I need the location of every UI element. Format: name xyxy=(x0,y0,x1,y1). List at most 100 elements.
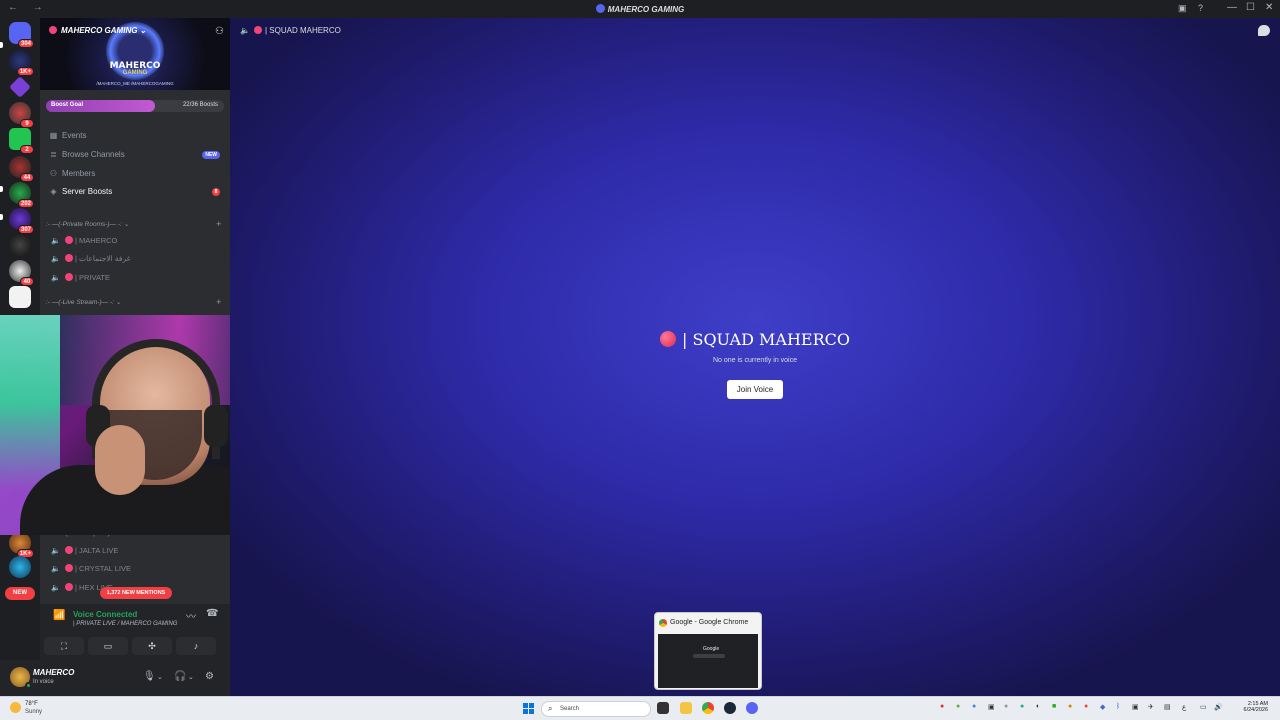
task-view-icon[interactable] xyxy=(657,702,669,714)
network-icon[interactable]: ▭ xyxy=(1200,703,1207,711)
taskbar-window-preview[interactable]: Google - Google Chrome Google xyxy=(654,612,762,690)
add-channel-icon[interactable]: + xyxy=(216,219,221,229)
speaker-icon: 🔈 xyxy=(51,546,61,555)
voice-channel[interactable]: 🔈 | PRIVATE xyxy=(51,273,110,282)
window-titlebar: ← → MAHERCO GAMING ▣ ? — ☐ ✕ xyxy=(0,0,1280,18)
menu-members[interactable]: ⚇ Members xyxy=(49,169,95,178)
voice-channel[interactable]: 🔈 | JALTA LIVE xyxy=(51,546,118,555)
chat-icon[interactable] xyxy=(1258,25,1270,36)
screen-share-button[interactable]: ▭ xyxy=(88,637,128,655)
soundboard-button[interactable]: ♪ xyxy=(176,637,216,655)
microphone-icon[interactable]: 🎙 xyxy=(143,671,156,682)
menu-events[interactable]: ▦ Events xyxy=(49,131,87,140)
tray-app-icon[interactable]: ▣ xyxy=(988,703,995,711)
invite-people-icon[interactable]: ⚇ xyxy=(215,26,224,37)
category-live-stream[interactable]: :- —(-Live Stream-)— -: ⌄ + xyxy=(46,297,221,307)
tray-app-icon[interactable]: ■ xyxy=(1052,703,1056,710)
speaker-icon: 🔈 xyxy=(51,254,61,263)
server-icon-7[interactable]: 307 xyxy=(9,208,34,234)
members-icon: ⚇ xyxy=(49,169,58,178)
speaker-icon: 🔈 xyxy=(51,583,61,592)
preview-thumbnail[interactable]: Google xyxy=(658,634,758,688)
language-icon[interactable]: ع xyxy=(1182,703,1186,711)
discord-icon[interactable] xyxy=(746,702,758,714)
boost-goal-bar[interactable]: Boost Goal 22/36 Boosts xyxy=(46,100,224,112)
chevron-down-icon[interactable]: ⌄ xyxy=(188,673,194,681)
speaker-icon: 🔈 xyxy=(51,273,61,282)
server-icon-6[interactable]: 202 xyxy=(9,182,34,208)
server-icon-kick[interactable]: 2 xyxy=(9,128,34,154)
voice-channel[interactable]: 🔈 | MAHERCO xyxy=(51,236,117,245)
speaker-icon: 🔈 xyxy=(51,236,61,245)
tray-app-icon[interactable]: ◆ xyxy=(1100,703,1105,711)
server-icon-11[interactable]: 1K+ xyxy=(9,532,34,558)
server-icon-1[interactable]: 1K+ xyxy=(9,50,34,76)
new-mentions-pill[interactable]: 1,372 NEW MENTIONS xyxy=(100,587,172,599)
help-icon[interactable]: ? xyxy=(1198,3,1203,13)
window-title: MAHERCO GAMING xyxy=(0,4,1280,14)
disconnect-icon[interactable]: ☎ xyxy=(206,608,218,619)
weather-sun-icon[interactable] xyxy=(10,702,21,713)
server-icon-2[interactable] xyxy=(9,76,31,98)
preview-title: Google - Google Chrome xyxy=(670,619,749,626)
minimize-button[interactable]: — xyxy=(1227,2,1237,13)
new-unreads-pill[interactable]: NEW xyxy=(5,587,35,600)
settings-gear-icon[interactable]: ⚙ xyxy=(205,671,214,682)
boost-goal-label: Boost Goal xyxy=(51,102,84,108)
weather-desc[interactable]: Sunny xyxy=(25,709,42,715)
username[interactable]: MAHERCO xyxy=(33,668,74,677)
tray-app-icon[interactable]: ✈ xyxy=(1148,703,1154,711)
voice-channel[interactable]: 🔈 | CRYSTAL LIVE xyxy=(51,564,131,573)
headphones-icon[interactable]: 🎧 xyxy=(174,671,186,682)
voice-empty-message: No one is currently in voice xyxy=(712,357,798,364)
noise-suppression-icon[interactable]: 〰 xyxy=(186,608,196,623)
tray-app-icon[interactable]: ▣ xyxy=(1132,703,1139,711)
inbox-icon[interactable]: ▣ xyxy=(1178,3,1187,14)
bluetooth-icon[interactable]: ᛒ xyxy=(1116,703,1120,710)
server-icon-3[interactable]: 9 xyxy=(9,102,34,128)
voice-channel-path[interactable]: | PRIVATE LIVE / MAHERCO GAMING xyxy=(73,621,177,627)
volume-icon[interactable]: 🔊 xyxy=(1214,703,1223,711)
menu-browse-channels[interactable]: ≣ Browse Channels xyxy=(49,150,125,159)
avatar[interactable] xyxy=(10,667,32,689)
add-channel-icon[interactable]: + xyxy=(216,297,221,307)
server-icon-5[interactable]: 44 xyxy=(9,156,34,182)
menu-server-boosts[interactable]: ◈ Server Boosts xyxy=(49,187,112,196)
tray-app-icon[interactable]: ● xyxy=(956,703,960,710)
tray-app-icon[interactable]: ● xyxy=(1068,703,1072,710)
tray-app-icon[interactable]: ● xyxy=(972,703,976,710)
start-button[interactable] xyxy=(523,703,534,714)
server-icon-9[interactable]: 40 xyxy=(9,260,34,286)
boost-icon: ◈ xyxy=(50,187,57,196)
taskbar-search-input[interactable]: ⌕ Search xyxy=(541,701,651,717)
weather-temp[interactable]: 78°F xyxy=(25,701,38,707)
tray-app-icon[interactable]: ● xyxy=(1084,703,1088,710)
voice-channel-view: 🔈 | SQUAD MAHERCO | SQUAD MAHERCO No one … xyxy=(230,18,1280,696)
tray-app-icon[interactable]: ● xyxy=(940,703,944,710)
camera-button[interactable]: ⛶ xyxy=(44,637,84,655)
direct-messages-icon[interactable]: 304 xyxy=(9,22,34,48)
category-private-rooms[interactable]: :- —(-Private Rooms-)— -: ⌄ + xyxy=(46,219,221,229)
voice-channel[interactable]: 🔈 | غرفة الاجتماعات xyxy=(51,254,131,263)
server-icon-8[interactable] xyxy=(9,234,31,256)
chevron-down-icon[interactable]: ⌄ xyxy=(157,673,163,681)
file-explorer-icon[interactable] xyxy=(680,702,692,714)
tray-app-icon[interactable]: ● xyxy=(1020,703,1024,710)
tray-app-icon[interactable]: ◐ xyxy=(1036,703,1040,710)
chrome-icon[interactable] xyxy=(702,702,714,714)
activities-button[interactable]: ✣ xyxy=(132,637,172,655)
close-button[interactable]: ✕ xyxy=(1265,2,1273,13)
calendar-icon: ▦ xyxy=(49,131,58,140)
maximize-button[interactable]: ☐ xyxy=(1246,2,1255,13)
taskbar-clock[interactable]: 2:15 AM 6/24/2026 xyxy=(1228,701,1268,713)
voice-connected-label[interactable]: Voice Connected xyxy=(73,610,137,619)
server-icon-10[interactable] xyxy=(9,286,31,308)
steam-icon[interactable] xyxy=(724,702,736,714)
tray-app-icon[interactable]: ▤ xyxy=(1164,703,1171,711)
signal-icon[interactable]: 📶 xyxy=(53,610,65,621)
server-name-dropdown[interactable]: MAHERCO GAMING ⌄ xyxy=(49,26,146,35)
tray-app-icon[interactable]: ● xyxy=(1004,703,1008,710)
join-voice-button[interactable]: Join Voice xyxy=(727,380,783,399)
new-tag: NEW xyxy=(202,151,220,159)
server-icon-12[interactable] xyxy=(9,556,31,578)
